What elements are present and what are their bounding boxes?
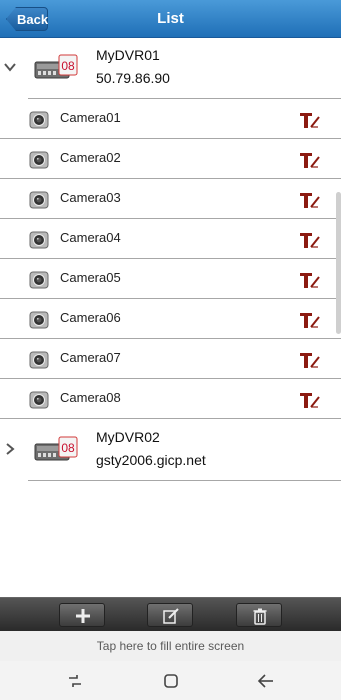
- title-bar: List Back: [0, 0, 341, 38]
- dvr-icon: 08: [34, 54, 78, 79]
- camera-icon: [29, 311, 49, 329]
- camera-icon: [29, 191, 49, 209]
- camera-icon: [29, 391, 49, 409]
- app-screen: List Back 08 MyDVR01 50.79.86.90 Camera0…: [0, 0, 341, 700]
- home-icon[interactable]: [161, 671, 181, 691]
- camera-label: Camera05: [60, 270, 121, 285]
- camera-icon: [29, 231, 49, 249]
- camera-icon: [29, 271, 49, 289]
- delete-button[interactable]: [236, 603, 282, 627]
- camera-label: Camera04: [60, 230, 121, 245]
- camera-row[interactable]: Camera03: [0, 179, 341, 219]
- scroll-indicator[interactable]: [336, 192, 341, 334]
- rename-icon[interactable]: [299, 311, 323, 329]
- system-nav-bar: [0, 661, 341, 700]
- rename-icon[interactable]: [299, 111, 323, 129]
- device-name: MyDVR01: [96, 47, 160, 63]
- dvr-icon: 08: [34, 436, 78, 461]
- camera-row[interactable]: Camera07: [0, 339, 341, 379]
- camera-icon: [29, 151, 49, 169]
- dvr-badge: 08: [61, 441, 75, 455]
- camera-label: Camera01: [60, 110, 121, 125]
- camera-label: Camera03: [60, 190, 121, 205]
- divider: [28, 480, 341, 481]
- camera-icon: [29, 111, 49, 129]
- device-address: 50.79.86.90: [96, 70, 170, 86]
- bottom-toolbar: [0, 597, 341, 631]
- fill-screen-hint[interactable]: Tap here to fill entire screen: [0, 631, 341, 661]
- rename-icon[interactable]: [299, 351, 323, 369]
- device-name: MyDVR02: [96, 429, 160, 445]
- page-title: List: [157, 10, 184, 27]
- camera-label: Camera06: [60, 310, 121, 325]
- camera-row[interactable]: Camera02: [0, 139, 341, 179]
- camera-label: Camera08: [60, 390, 121, 405]
- camera-list: Camera01 Camera02 Camera03 Camera04 Camera05…: [0, 99, 341, 419]
- device-row-mydvr01[interactable]: 08 MyDVR01 50.79.86.90: [0, 39, 341, 99]
- rename-icon[interactable]: [299, 271, 323, 289]
- edit-icon: [163, 608, 179, 624]
- camera-icon: [29, 351, 49, 369]
- device-address: gsty2006.gicp.net: [96, 452, 206, 468]
- trash-icon: [253, 608, 267, 625]
- camera-row[interactable]: Camera05: [0, 259, 341, 299]
- add-icon: [76, 609, 90, 623]
- camera-label: Camera07: [60, 350, 121, 365]
- chevron-right-icon[interactable]: [4, 443, 16, 455]
- camera-row[interactable]: Camera04: [0, 219, 341, 259]
- camera-row[interactable]: Camera06: [0, 299, 341, 339]
- edit-button[interactable]: [147, 603, 193, 627]
- rename-icon[interactable]: [299, 151, 323, 169]
- camera-row[interactable]: Camera08: [0, 379, 341, 419]
- back-arrow-icon[interactable]: [256, 671, 276, 691]
- chevron-down-icon[interactable]: [4, 61, 16, 73]
- camera-label: Camera02: [60, 150, 121, 165]
- recents-icon[interactable]: [65, 671, 85, 691]
- dvr-badge: 08: [61, 59, 75, 73]
- rename-icon[interactable]: [299, 391, 323, 409]
- camera-row[interactable]: Camera01: [0, 99, 341, 139]
- rename-icon[interactable]: [299, 191, 323, 209]
- rename-icon[interactable]: [299, 231, 323, 249]
- device-row-mydvr02[interactable]: 08 MyDVR02 gsty2006.gicp.net: [0, 421, 341, 481]
- add-button[interactable]: [59, 603, 105, 627]
